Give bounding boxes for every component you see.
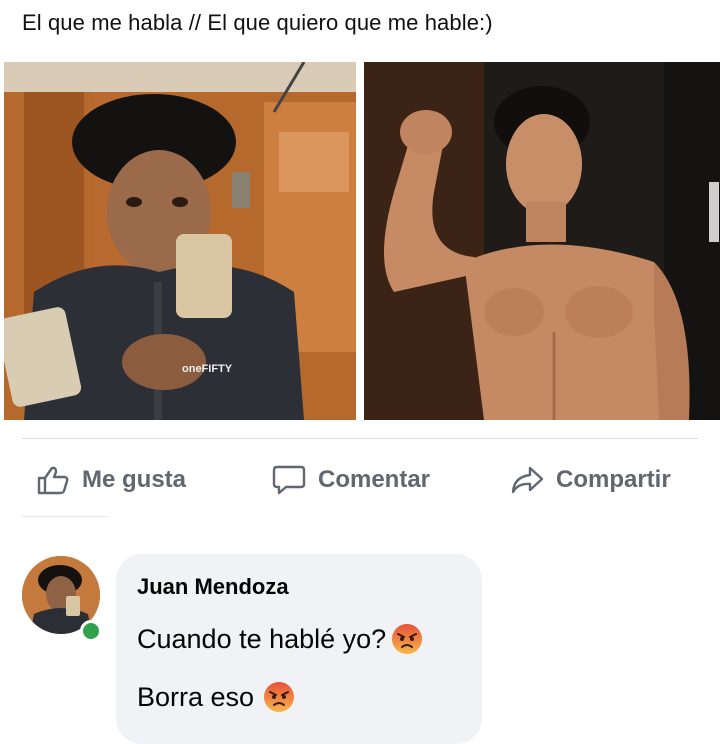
actions-divider-top: [22, 438, 698, 439]
comment-author[interactable]: Juan Mendoza: [137, 574, 289, 600]
post-photo-left[interactable]: oneFIFTY: [4, 62, 356, 420]
comment-button[interactable]: Comentar: [272, 455, 430, 505]
post-caption: El que me habla // El que quiero que me …: [22, 10, 493, 35]
angry-face-emoji-icon: [390, 622, 424, 656]
share-label: Compartir: [556, 466, 671, 493]
comment-label: Comentar: [318, 466, 431, 493]
post-actions-bar: Me gusta Comentar Compartir: [0, 455, 720, 505]
comment-text-line-2: Borra eso: [137, 680, 296, 714]
comment-text-line-1: Cuando te hablé yo?: [137, 622, 424, 656]
online-status-dot: [80, 620, 102, 642]
like-button[interactable]: Me gusta: [36, 455, 186, 505]
comment-line-2-text: Borra eso: [137, 681, 255, 712]
share-button[interactable]: Compartir: [510, 455, 671, 505]
share-arrow-icon: [510, 465, 544, 495]
speech-bubble-icon: [272, 464, 306, 496]
comment-line-1-text: Cuando te hablé yo?: [137, 623, 387, 654]
thumbs-up-icon: [36, 465, 70, 495]
angry-face-emoji-icon: [262, 680, 296, 714]
svg-text:oneFIFTY: oneFIFTY: [182, 363, 233, 375]
shirtless-photo: [364, 62, 720, 420]
like-label: Me gusta: [82, 466, 187, 493]
post-photo-right[interactable]: [364, 62, 720, 420]
actions-divider-bottom: [22, 516, 108, 517]
selfie-photo: oneFIFTY: [4, 62, 356, 420]
